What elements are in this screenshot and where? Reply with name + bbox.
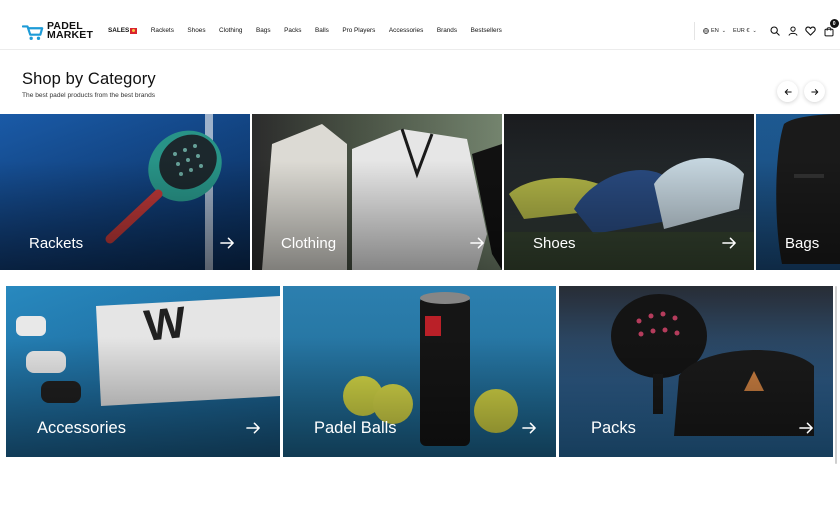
category-label-padel-balls: Padel Balls [314,419,397,437]
nav-brands[interactable]: Brands [437,27,457,34]
nav-packs[interactable]: Packs [284,27,301,34]
category-label-shoes: Shoes [533,235,576,252]
nav-balls[interactable]: Balls [315,27,329,34]
currency-selector[interactable]: EUR € ⌄ [733,28,757,34]
brand-line-2: MARKET [47,29,94,41]
arrow-right-icon [722,237,736,249]
category-label-clothing: Clothing [281,235,337,252]
chevron-down-icon: ⌄ [721,28,726,34]
language-value: EN [711,28,719,34]
arrow-right-icon [470,237,484,249]
wishlist-button[interactable] [804,24,818,38]
arrow-right-icon [810,88,818,95]
nav-rackets[interactable]: Rackets [151,27,174,34]
nav-pro-players[interactable]: Pro Players [342,27,375,34]
brand-logo[interactable]: PADEL MARKET [22,20,93,42]
arrow-right-icon [220,237,234,249]
category-label-accessories: Accessories [37,419,126,437]
nav-bestsellers[interactable]: Bestsellers [471,27,502,34]
cart-button[interactable]: 0 [822,19,839,38]
category-label-packs: Packs [591,419,636,437]
arrow-right-icon [246,422,260,434]
category-label-bags: Bags [785,235,820,252]
account-button[interactable] [786,24,800,38]
chevron-down-icon: ⌄ [752,28,757,34]
site-header: PADEL MARKET SALES Rackets Shoes Clothin… [0,0,840,50]
heart-icon [805,26,816,36]
carousel-next-button[interactable] [804,81,825,102]
section-title: Shop by Category [22,70,156,88]
nav-sales[interactable]: SALES [108,27,138,34]
arrow-right-icon [799,422,813,434]
globe-icon [703,28,709,34]
category-label-rackets: Rackets [29,235,84,252]
header-utilities: EN ⌄ EUR € ⌄ 0 [694,19,839,40]
nav-accessories[interactable]: Accessories [389,27,423,34]
section-subtitle: The best padel products from the best br… [22,92,156,99]
currency-value: EUR € [732,28,750,34]
carousel-prev-button[interactable] [777,81,798,102]
nav-clothing[interactable]: Clothing [219,27,242,34]
cart-count-badge: 0 [829,19,839,28]
nav-sales-label: SALES [108,27,130,34]
sales-flag-icon [130,27,138,34]
scrollbar[interactable] [835,286,837,464]
main-nav: SALES Rackets Shoes Clothing Bags Packs … [108,27,515,34]
logo-cart-icon [22,25,44,40]
nav-bags[interactable]: Bags [256,27,271,34]
nav-shoes[interactable]: Shoes [187,27,205,34]
user-icon [788,26,798,36]
search-button[interactable] [768,24,782,38]
arrow-right-icon [522,422,536,434]
language-selector[interactable]: EN ⌄ [703,28,726,34]
arrow-left-icon [784,88,792,95]
search-icon [770,26,780,36]
brand-wordmark: PADEL MARKET [47,21,94,41]
